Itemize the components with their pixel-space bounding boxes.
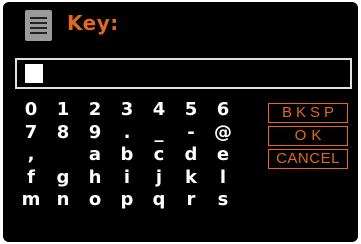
key-o[interactable]: o [79,189,111,212]
key-j[interactable]: j [143,167,175,190]
key-7[interactable]: 7 [15,122,47,145]
key-d[interactable]: d [175,144,207,167]
key-k[interactable]: k [175,167,207,190]
key-underscore[interactable]: _ [143,122,175,145]
page-title: Key: [67,11,119,35]
action-buttons: BKSP OK CANCEL [268,103,348,172]
key-8[interactable]: 8 [47,122,79,145]
key-0[interactable]: 0 [15,99,47,122]
character-keyboard: 0 1 2 3 4 5 6 7 8 9 . _ - @ , a b c d e … [15,99,239,212]
key-comma[interactable]: , [15,144,47,167]
key-a[interactable]: a [79,144,111,167]
key-i[interactable]: i [111,167,143,190]
key-s[interactable]: s [207,189,239,212]
key-at[interactable]: @ [207,122,239,145]
key-5[interactable]: 5 [175,99,207,122]
key-6[interactable]: 6 [207,99,239,122]
icon-line [30,32,47,34]
icon-line [30,27,47,29]
key-2[interactable]: 2 [79,99,111,122]
key-period[interactable]: . [111,122,143,145]
key-l[interactable]: l [207,167,239,190]
backspace-button[interactable]: BKSP [268,103,348,123]
key-1[interactable]: 1 [47,99,79,122]
key-e[interactable]: e [207,144,239,167]
key-9[interactable]: 9 [79,122,111,145]
key-input-field[interactable] [15,58,352,89]
key-hyphen[interactable]: - [175,122,207,145]
keyboard-icon [25,10,52,41]
key-3[interactable]: 3 [111,99,143,122]
icon-line [30,17,47,19]
ok-button[interactable]: OK [268,126,348,146]
text-cursor [25,64,43,83]
key-h[interactable]: h [79,167,111,190]
key-n[interactable]: n [47,189,79,212]
key-b[interactable]: b [111,144,143,167]
key-q[interactable]: q [143,189,175,212]
cancel-button[interactable]: CANCEL [268,149,348,169]
radio-display-screen: Key: 0 1 2 3 4 5 6 7 8 9 . _ - @ , a b c… [3,2,358,242]
key-4[interactable]: 4 [143,99,175,122]
key-space[interactable] [47,144,79,167]
key-c[interactable]: c [143,144,175,167]
key-r[interactable]: r [175,189,207,212]
icon-line [30,22,47,24]
key-f[interactable]: f [15,167,47,190]
key-m[interactable]: m [15,189,47,212]
key-g[interactable]: g [47,167,79,190]
key-p[interactable]: p [111,189,143,212]
